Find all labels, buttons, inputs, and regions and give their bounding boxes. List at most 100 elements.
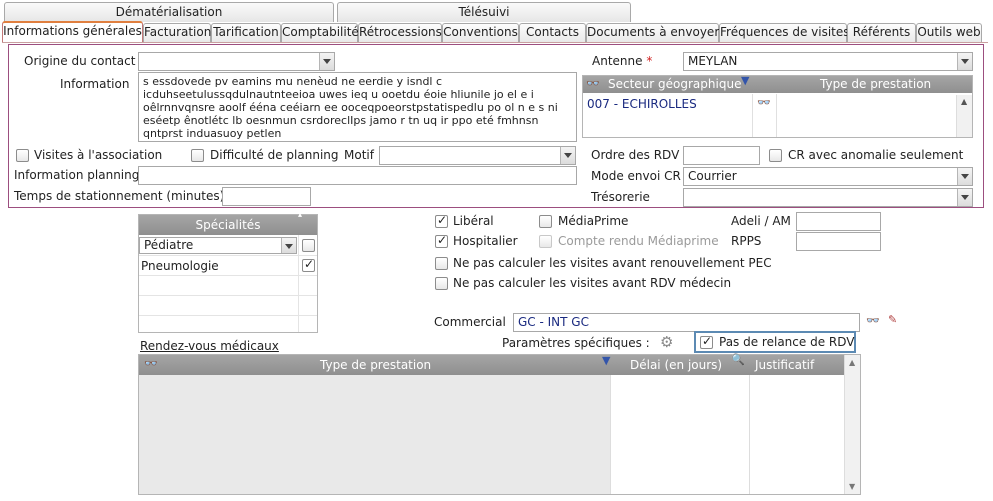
difficulte-planning-label: Difficulté de planning <box>210 148 339 162</box>
specialite-checkbox[interactable] <box>302 239 315 252</box>
binoculars-icon[interactable]: 👓 <box>757 96 771 109</box>
secteur-row-divider <box>776 94 777 137</box>
binoculars-icon[interactable]: 👓 <box>586 77 600 90</box>
information-textarea[interactable]: s essdovede pv eamins mu nenèud ne eerdi… <box>138 72 577 142</box>
liberal-label: Libéral <box>453 214 494 228</box>
liberal-checkbox[interactable] <box>435 213 448 228</box>
hospitalier-label: Hospitalier <box>453 234 518 248</box>
visites-association-checkbox[interactable] <box>16 149 29 162</box>
rdv-scrollbar[interactable]: ▲ ▼ <box>844 355 860 494</box>
tab-comptabilite[interactable]: Comptabilité <box>281 23 359 42</box>
loading-icon[interactable]: ⚙ <box>660 333 673 351</box>
binoculars-icon[interactable]: 👓 <box>866 314 880 327</box>
origine-label: Origine du contact <box>24 54 136 68</box>
chevron-down-icon <box>957 168 972 185</box>
mode-envoi-label: Mode envoi CR <box>591 169 681 183</box>
scroll-down-icon[interactable]: ▼ <box>849 482 855 491</box>
motif-select[interactable] <box>379 146 576 165</box>
info-planning-input[interactable] <box>138 166 577 185</box>
tab-informations-generales[interactable]: Informations générales <box>2 21 143 43</box>
specialite-row-select[interactable]: Pédiatre <box>139 237 297 254</box>
binoculars-icon[interactable]: 👓 <box>144 357 158 370</box>
tab-contacts[interactable]: Contacts <box>519 23 586 42</box>
ne-pas-pec-label: Ne pas calculer les visites avant renouv… <box>453 256 772 270</box>
secteur-row-divider <box>752 94 753 137</box>
specialites-row-line <box>139 315 317 316</box>
mode-envoi-select[interactable]: Courrier <box>683 167 973 186</box>
rdv-col-divider <box>610 375 611 494</box>
tresorerie-label: Trésorerie <box>591 190 650 204</box>
antenne-label: Antenne * <box>592 54 653 68</box>
adeli-label: Adeli / AM <box>731 214 791 228</box>
tab-facturation[interactable]: Facturation <box>143 23 211 42</box>
specialites-row-line <box>139 275 317 276</box>
secteur-row-value[interactable]: 007 - ECHIROLLES <box>587 97 697 111</box>
specialites-row-line <box>139 295 317 296</box>
adeli-input[interactable] <box>796 212 881 231</box>
chevron-down-icon <box>281 238 296 253</box>
tresorerie-select[interactable] <box>683 188 973 207</box>
secteur-scrollbar[interactable]: ▲ <box>956 95 972 137</box>
info-planning-label: Information planning <box>14 168 140 182</box>
mediaprime-checkbox[interactable] <box>539 215 552 228</box>
rpps-label: RPPS <box>731 234 762 248</box>
specialite-name[interactable]: Pneumologie <box>141 259 219 273</box>
tab-underline <box>2 42 988 43</box>
scroll-up-icon[interactable]: ▲ <box>961 97 967 106</box>
pas-relance-label: Pas de relance de RDV <box>719 335 855 349</box>
compte-rendu-checkbox <box>539 235 552 248</box>
type-prestation-header: Type de prestation <box>820 77 932 91</box>
ne-pas-pec-checkbox[interactable] <box>435 257 448 270</box>
stationnement-input[interactable] <box>222 187 311 206</box>
commercial-label: Commercial <box>434 315 506 329</box>
sort-icon[interactable]: ▴ <box>298 210 302 219</box>
rendez-vous-link[interactable]: Rendez-vous médicaux <box>140 339 279 353</box>
filter-icon[interactable]: ▼ <box>741 74 749 87</box>
visites-association-label: Visites à l'association <box>34 148 163 162</box>
tab-dematerialisation[interactable]: Dématérialisation <box>4 2 334 22</box>
cr-anomalie-checkbox[interactable] <box>769 149 782 162</box>
tab-tarification[interactable]: Tarification <box>211 23 281 42</box>
secteur-header: Secteur géographique <box>608 77 742 91</box>
tab-conventions[interactable]: Conventions <box>442 23 519 42</box>
scroll-up-icon[interactable]: ▲ <box>849 358 855 367</box>
chevron-down-icon <box>957 189 972 206</box>
tab-outils-web[interactable]: Outils web <box>916 23 982 42</box>
origine-select[interactable] <box>138 52 335 71</box>
rdv-col-divider <box>749 375 750 494</box>
information-label: Information <box>60 77 130 91</box>
eraser-icon[interactable]: ✎ <box>888 313 897 326</box>
antenne-select[interactable]: MEYLAN <box>683 52 973 71</box>
ordre-rdv-input[interactable] <box>683 146 760 165</box>
tab-documents[interactable]: Documents à envoyer <box>586 23 719 42</box>
rdv-col-type: Type de prestation <box>320 358 432 372</box>
hospitalier-checkbox[interactable] <box>435 233 448 248</box>
specialite-checkbox[interactable] <box>302 257 315 272</box>
ne-pas-rdv-checkbox[interactable] <box>435 277 448 290</box>
motif-label: Motif <box>344 148 374 162</box>
filter-icon[interactable]: ▼ <box>602 354 610 367</box>
specialites-header: Spécialités <box>139 215 317 235</box>
chevron-down-icon <box>957 53 972 70</box>
commercial-input[interactable]: GC - INT GC <box>513 313 860 332</box>
search-icon[interactable]: 🔍 <box>731 353 745 366</box>
pas-relance-checkbox[interactable] <box>700 334 713 349</box>
difficulte-planning-checkbox[interactable] <box>191 149 204 162</box>
ne-pas-rdv-label: Ne pas calculer les visites avant RDV mé… <box>453 276 732 290</box>
compte-rendu-label: Compte rendu Médiaprime <box>558 234 719 248</box>
tab-telesuivi[interactable]: Télésuivi <box>337 2 631 22</box>
ordre-rdv-label: Ordre des RDV <box>591 148 680 162</box>
tab-frequences[interactable]: Fréquences de visites <box>719 23 850 42</box>
specialites-row-line <box>139 255 317 256</box>
rdv-col-delai: Délai (en jours) <box>630 358 723 372</box>
params-label: Paramètres spécifiques : <box>502 336 650 350</box>
chevron-down-icon <box>560 147 575 164</box>
stationnement-label: Temps de stationnement (minutes) <box>14 189 225 203</box>
rdv-table-body <box>139 375 610 494</box>
mediaprime-label: MédiaPrime <box>558 214 629 228</box>
tab-referents[interactable]: Référents <box>847 23 916 42</box>
rdv-col-justificatif: Justificatif <box>755 358 815 372</box>
specialites-col-divider <box>298 235 299 332</box>
rpps-input[interactable] <box>796 232 881 251</box>
tab-retrocessions[interactable]: Rétrocessions <box>358 23 442 42</box>
